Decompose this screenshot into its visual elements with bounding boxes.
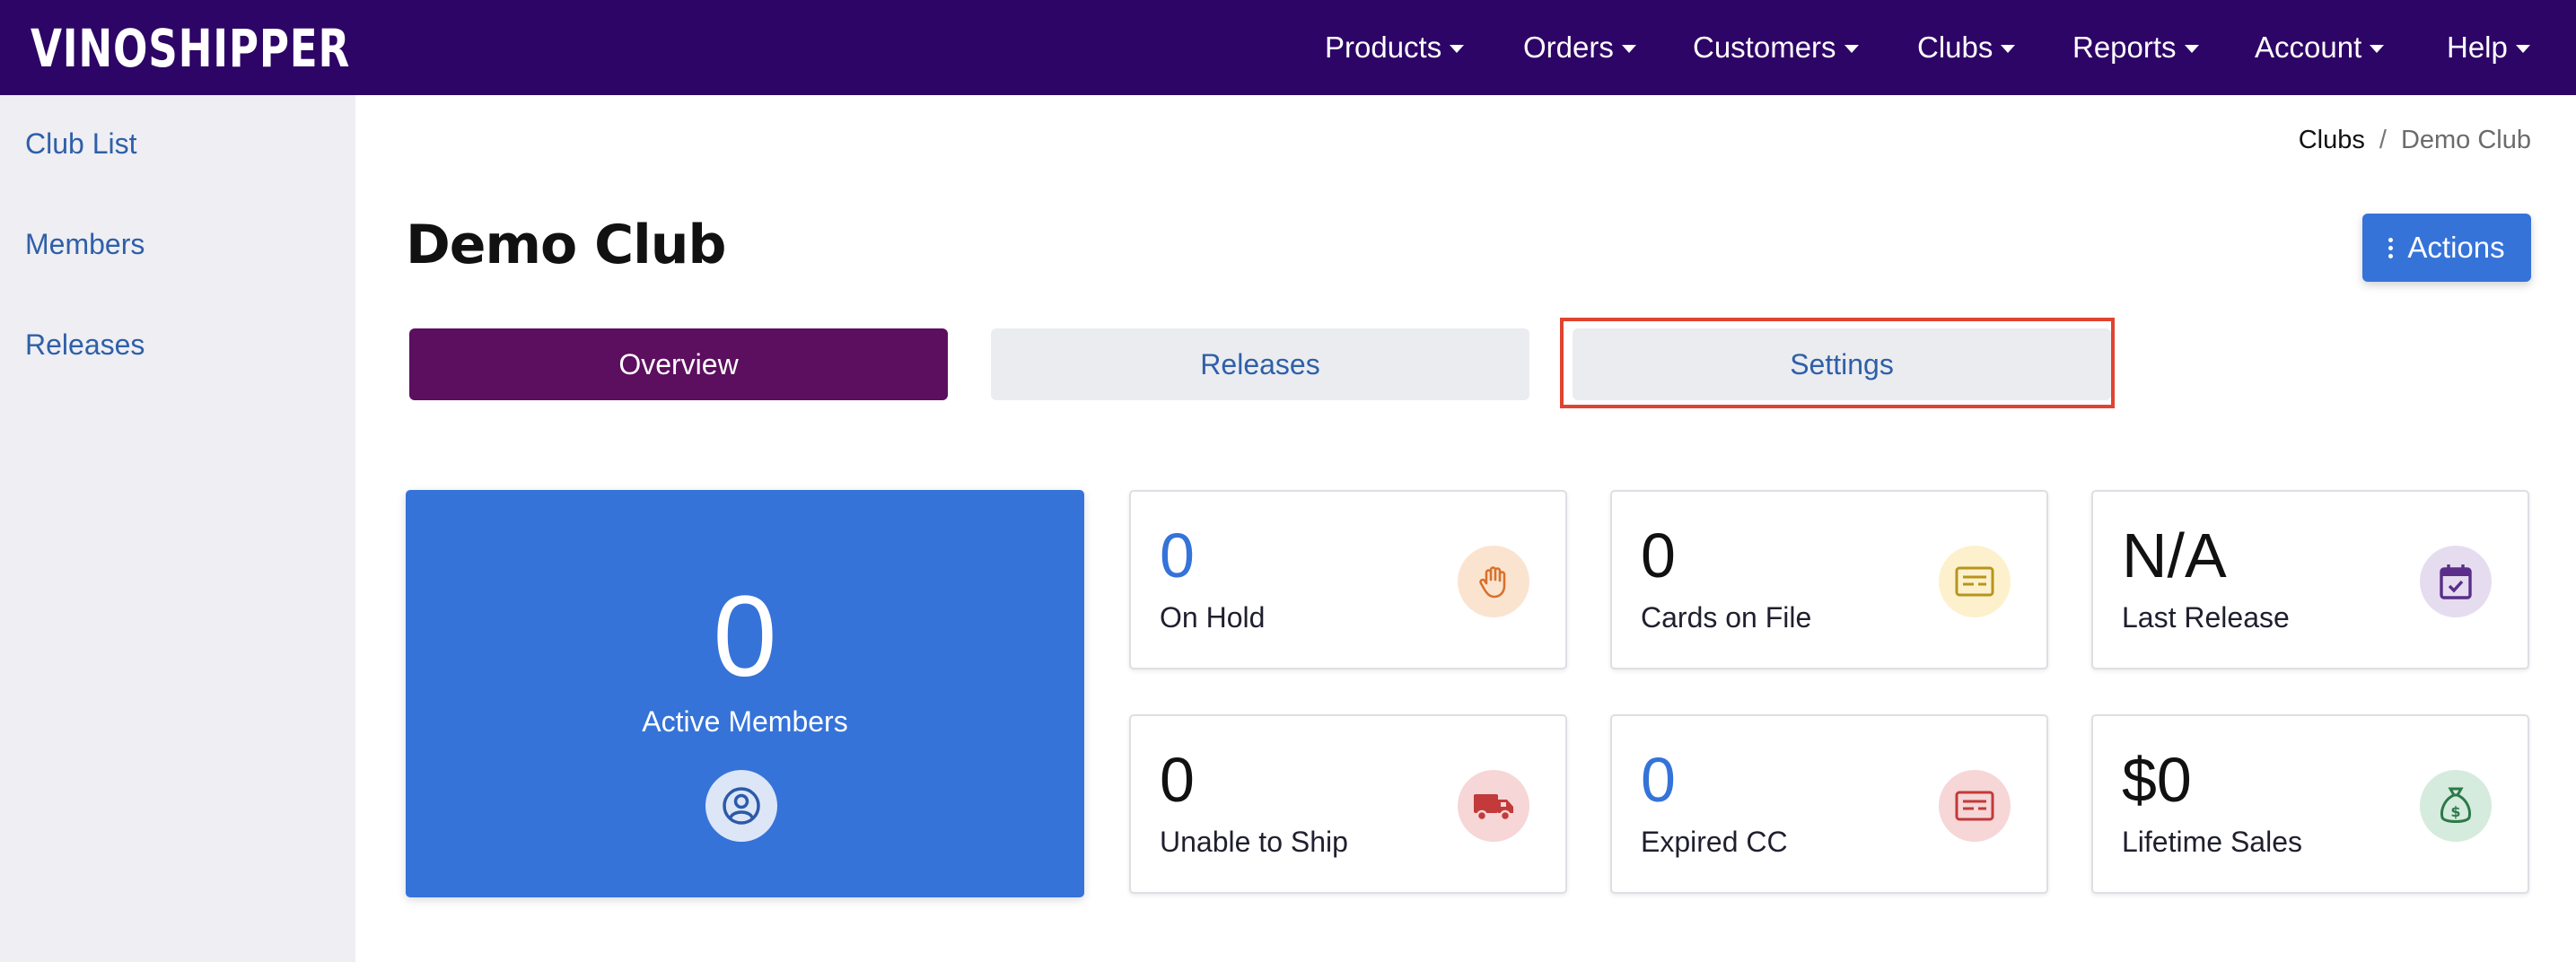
nav-customers[interactable]: Customers [1693, 0, 1859, 95]
chevron-down-icon [2515, 44, 2530, 53]
hand-icon [1458, 546, 1529, 617]
nav-clubs[interactable]: Clubs [1917, 0, 2016, 95]
breadcrumb-separator: / [2379, 126, 2387, 154]
actions-button[interactable]: Actions [2362, 214, 2531, 282]
credit-card-icon [1939, 770, 2011, 842]
chevron-down-icon [2001, 44, 2016, 53]
stat-label: Lifetime Sales [2122, 826, 2302, 858]
sidebar-item-releases[interactable]: Releases [25, 328, 145, 362]
chevron-down-icon [1844, 44, 1859, 53]
stat-label: Cards on File [1641, 601, 1812, 634]
tab-overview[interactable]: Overview [409, 328, 948, 400]
cards-on-file-card[interactable]: 0 Cards on File [1610, 490, 2048, 669]
nav-help[interactable]: Help [2447, 0, 2530, 95]
top-navbar: VINOSHIPPER Products Orders Customers Cl… [0, 0, 2576, 95]
stat-value: 0 [1160, 745, 1195, 815]
breadcrumb: Clubs / Demo Club [2299, 126, 2531, 155]
truck-icon [1458, 770, 1529, 842]
tab-releases[interactable]: Releases [991, 328, 1529, 400]
stat-value: 0 [1641, 520, 1676, 590]
money-bag-icon: $ [2420, 770, 2492, 842]
vinoshipper-logo[interactable]: VINOSHIPPER [31, 13, 350, 84]
active-members-label: Active Members [642, 705, 848, 738]
chevron-down-icon [1621, 44, 1636, 53]
unable-to-ship-card[interactable]: 0 Unable to Ship [1129, 714, 1567, 894]
vertical-ellipsis-icon [2388, 237, 2394, 258]
breadcrumb-clubs-link[interactable]: Clubs [2299, 126, 2365, 155]
stat-label: Unable to Ship [1160, 826, 1348, 858]
sidebar: Club List Members Releases [0, 95, 355, 962]
stat-value: N/A [2122, 520, 2227, 590]
last-release-card[interactable]: N/A Last Release [2091, 490, 2529, 669]
chevron-down-icon [2370, 44, 2385, 53]
nav-account[interactable]: Account [2255, 0, 2385, 95]
chevron-down-icon [2184, 44, 2199, 53]
credit-card-icon [1939, 546, 2011, 617]
active-members-card[interactable]: 0 Active Members [406, 490, 1084, 897]
svg-text:$: $ [2450, 803, 2460, 820]
user-circle-icon [705, 770, 777, 842]
calendar-check-icon [2420, 546, 2492, 617]
stat-value: 0 [1160, 520, 1195, 590]
lifetime-sales-card[interactable]: $0 Lifetime Sales $ [2091, 714, 2529, 894]
nav-reports[interactable]: Reports [2072, 0, 2199, 95]
stat-value: 0 [1641, 745, 1676, 815]
chevron-down-icon [1450, 44, 1465, 53]
stat-value: $0 [2122, 745, 2192, 815]
page-title: Demo Club [406, 214, 726, 276]
tab-settings[interactable]: Settings [1573, 328, 2111, 400]
breadcrumb-current: Demo Club [2400, 126, 2531, 154]
on-hold-card[interactable]: 0 On Hold [1129, 490, 1567, 669]
active-members-value: 0 [713, 573, 777, 701]
nav-orders[interactable]: Orders [1523, 0, 1636, 95]
sidebar-item-club-list[interactable]: Club List [25, 127, 137, 161]
expired-cc-card[interactable]: 0 Expired CC [1610, 714, 2048, 894]
nav-products[interactable]: Products [1325, 0, 1465, 95]
stat-label: Expired CC [1641, 826, 1788, 858]
stat-label: Last Release [2122, 601, 2290, 634]
stat-label: On Hold [1160, 601, 1266, 634]
sidebar-item-members[interactable]: Members [25, 228, 145, 261]
